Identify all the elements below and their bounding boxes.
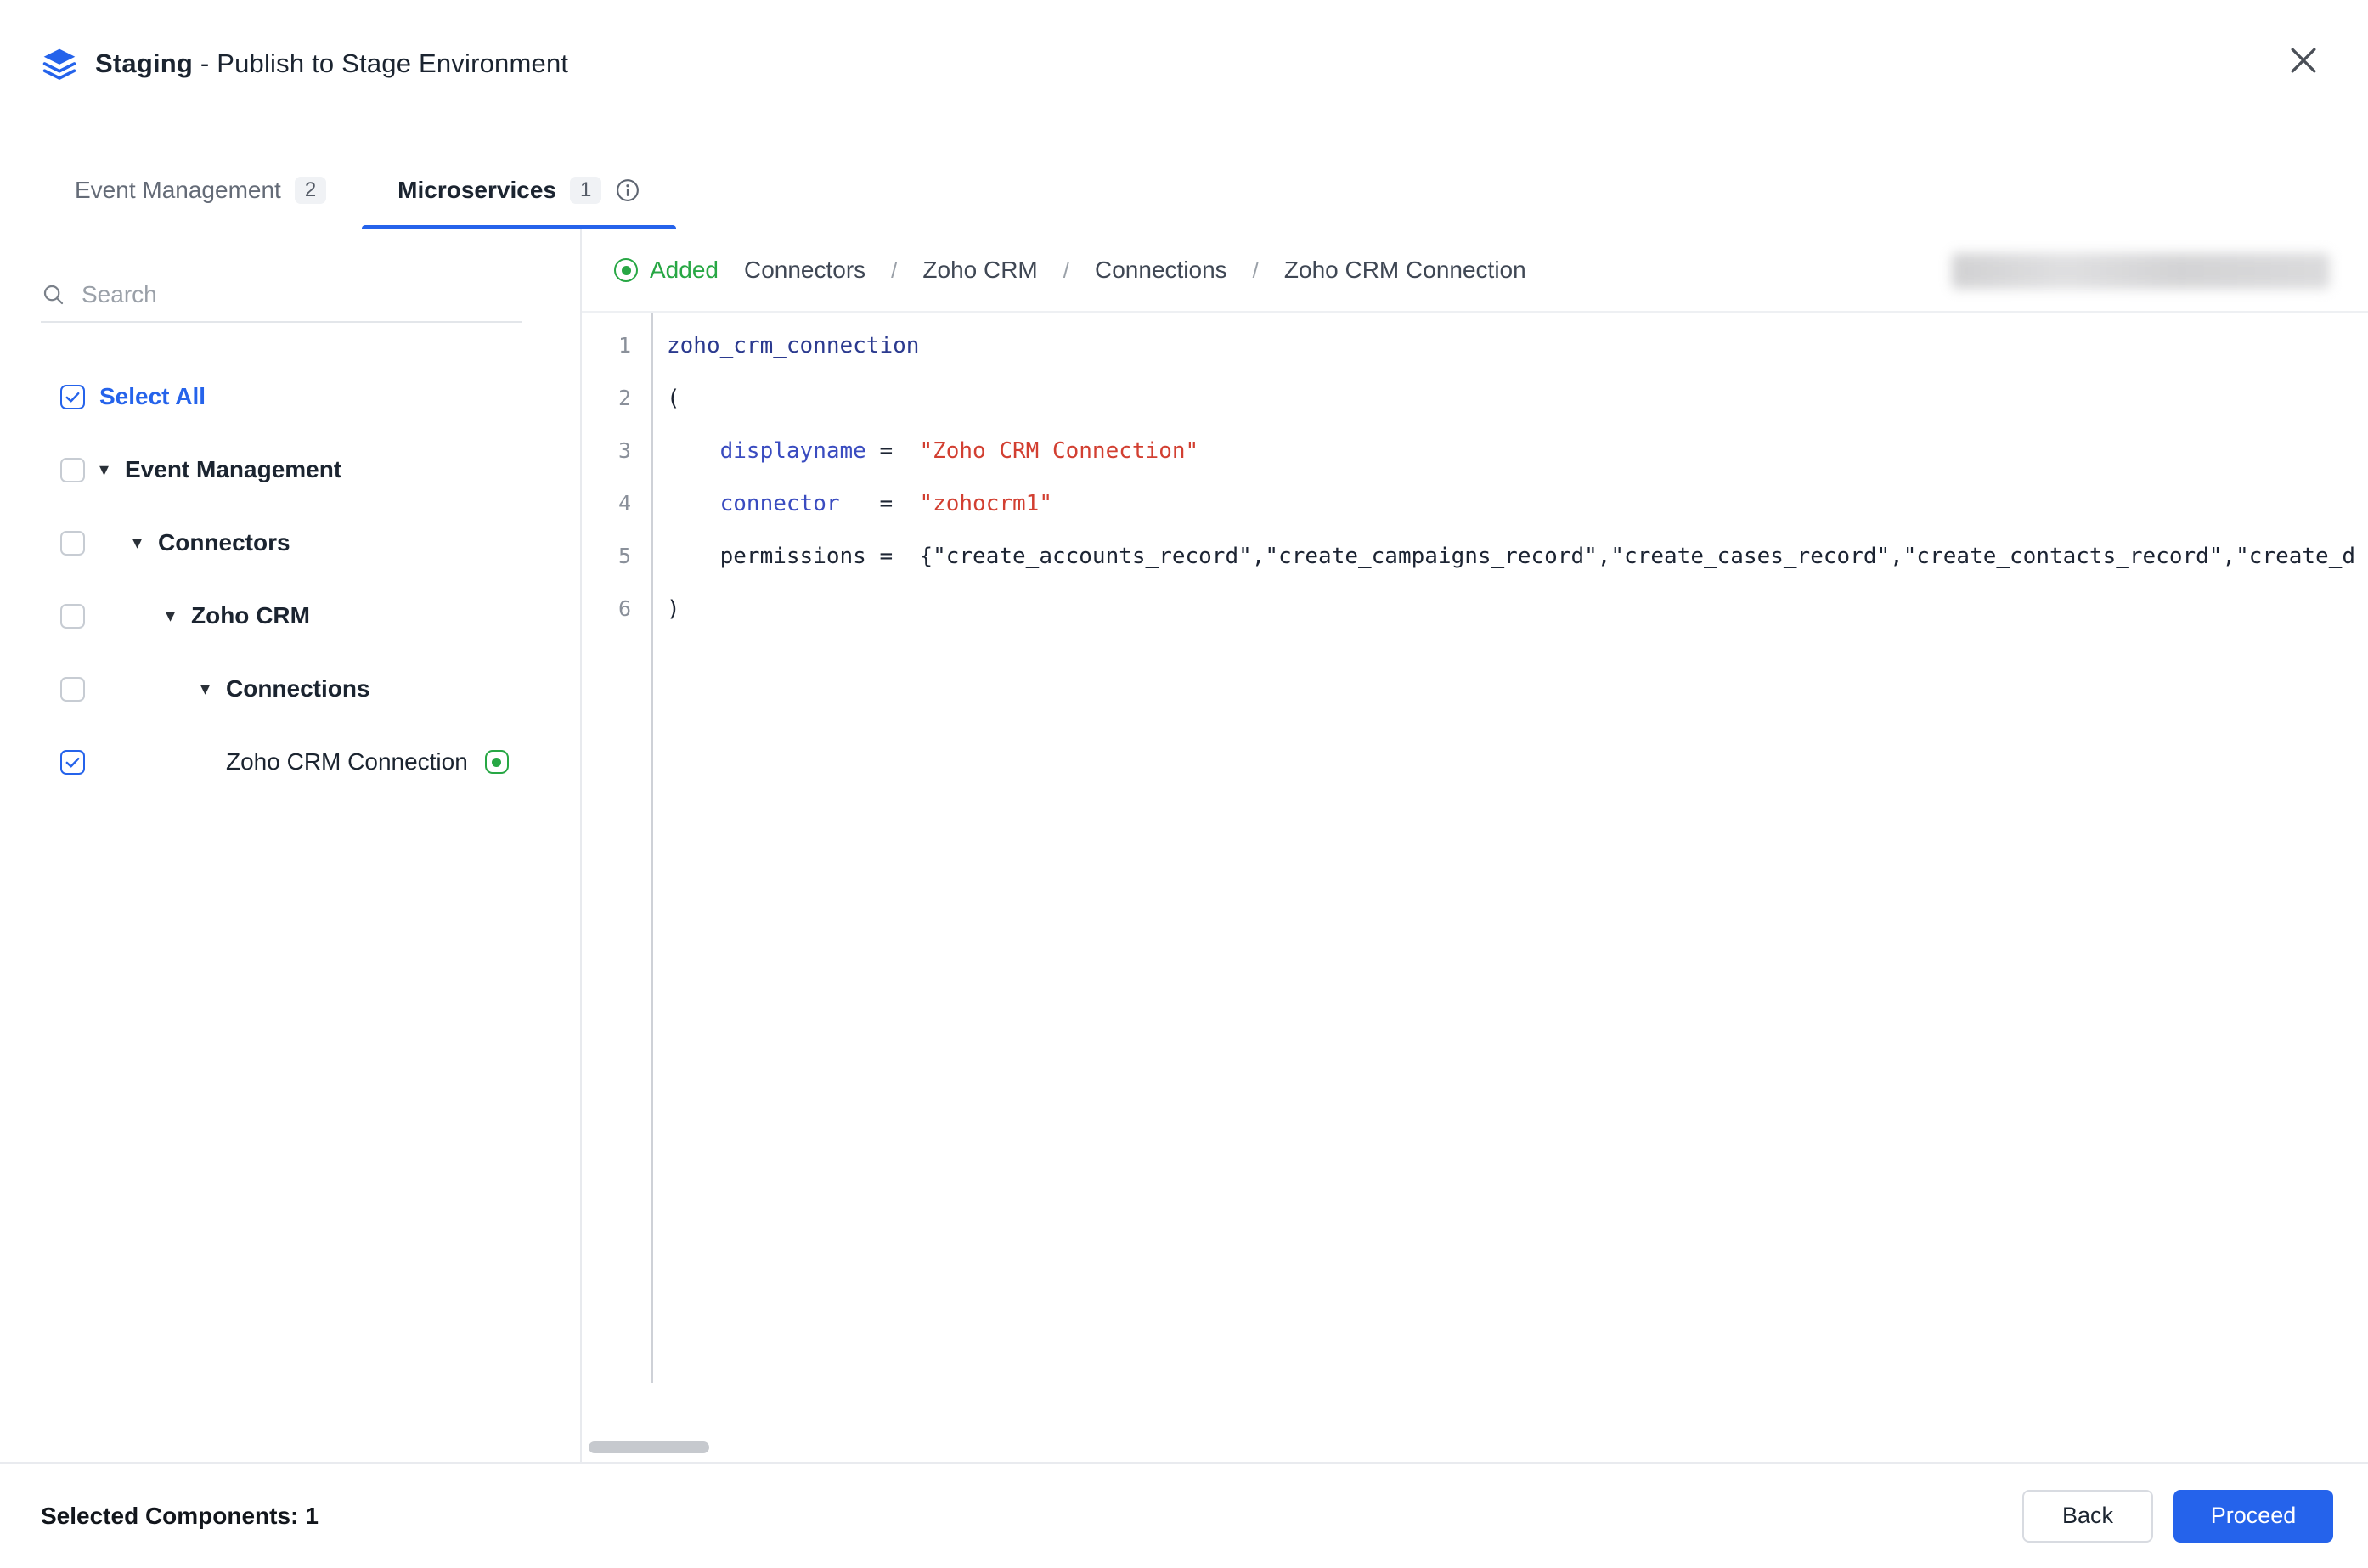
code-equals: =: [839, 491, 920, 516]
line-number-gutter: 1 2 3 4 5 6: [582, 313, 653, 1383]
chevron-down-icon[interactable]: ▾: [99, 460, 125, 479]
tree-checkbox-event-management[interactable]: [60, 457, 85, 482]
selected-components-label: Selected Components:: [41, 1502, 299, 1529]
dialog-footer: Selected Components: 1 Back Proceed: [0, 1462, 2368, 1568]
code-close-paren: ): [667, 596, 680, 622]
breadcrumb-item-zoho-crm[interactable]: Zoho CRM: [922, 257, 1037, 284]
page-title-rest: - Publish to Stage Environment: [193, 48, 569, 78]
proceed-button[interactable]: Proceed: [2173, 1489, 2333, 1543]
tree-checkbox-connections[interactable]: [60, 676, 85, 702]
component-tree-panel: Select All ▾ Event Management ▾ Connecto…: [0, 229, 582, 1462]
breadcrumb-separator: /: [1252, 257, 1259, 283]
change-status: Added: [614, 257, 719, 284]
layers-icon: [42, 48, 76, 80]
chevron-down-icon[interactable]: ▾: [200, 680, 226, 698]
page-title: Staging - Publish to Stage Environment: [95, 48, 568, 79]
tree-item-zoho-crm-connection[interactable]: Zoho CRM Connection: [0, 725, 580, 798]
code-content: zoho_crm_connection ( displayname = "Zoh…: [653, 313, 2368, 1462]
code-equals: =: [865, 544, 920, 569]
code-resource-name: zoho_crm_connection: [667, 333, 920, 358]
footer-actions: Back Proceed: [2022, 1489, 2333, 1543]
line-number: 1: [617, 333, 631, 358]
tab-event-management-label: Event Management: [75, 177, 281, 203]
selected-components-summary: Selected Components: 1: [41, 1503, 319, 1530]
diff-preview-panel: Added Connectors / Zoho CRM / Connection…: [582, 229, 2368, 1462]
tab-microservices[interactable]: Microservices 1: [362, 177, 677, 229]
breadcrumb-separator: /: [1063, 257, 1069, 283]
tree-item-connections[interactable]: ▾ Connections: [0, 652, 580, 725]
status-label: Added: [650, 257, 719, 283]
breadcrumb-item-connections[interactable]: Connections: [1095, 257, 1227, 284]
tree-item-connectors[interactable]: ▾ Connectors: [0, 506, 580, 579]
tree-item-label: Zoho CRM: [191, 602, 310, 629]
code-open-paren: (: [667, 386, 680, 411]
code-editor[interactable]: 1 2 3 4 5 6 zoho_crm_connection ( displa…: [582, 313, 2368, 1462]
tab-event-management-count: 2: [294, 177, 327, 204]
breadcrumb-item-connectors[interactable]: Connectors: [744, 257, 865, 284]
select-all-row[interactable]: Select All: [0, 360, 580, 433]
chevron-down-icon[interactable]: ▾: [132, 533, 158, 552]
tree-checkbox-connectors[interactable]: [60, 530, 85, 556]
tree-item-label: Connections: [226, 675, 370, 702]
line-number: 6: [617, 596, 631, 621]
chevron-down-icon[interactable]: ▾: [166, 606, 191, 625]
search-icon: [43, 285, 64, 305]
select-all-checkbox[interactable]: [60, 384, 85, 409]
code-equals: =: [865, 438, 920, 464]
close-button[interactable]: [2283, 41, 2324, 82]
breadcrumb-item-zoho-crm-connection[interactable]: Zoho CRM Connection: [1284, 257, 1526, 284]
horizontal-scrollbar-thumb[interactable]: [589, 1441, 709, 1453]
page-title-env: Staging: [95, 48, 194, 78]
close-icon: [2291, 48, 2316, 72]
dialog-body: Select All ▾ Event Management ▾ Connecto…: [0, 229, 2368, 1462]
breadcrumb-separator: /: [891, 257, 898, 283]
tab-microservices-count: 1: [569, 177, 602, 204]
tree-item-event-management[interactable]: ▾ Event Management: [0, 433, 580, 506]
breadcrumb: Added Connectors / Zoho CRM / Connection…: [582, 229, 2368, 313]
tree-item-label: Zoho CRM Connection: [226, 748, 468, 775]
selected-components-count: 1: [305, 1502, 319, 1529]
line-number: 2: [617, 386, 631, 410]
info-icon[interactable]: [615, 178, 640, 203]
tab-microservices-label: Microservices: [397, 177, 556, 203]
code-value-connector: "zohocrm1": [919, 491, 1052, 516]
tab-event-management[interactable]: Event Management 2: [39, 177, 362, 229]
search-input[interactable]: [80, 280, 522, 309]
code-key-permissions: permissions: [719, 544, 866, 569]
tree-item-label: Event Management: [125, 456, 342, 482]
added-dot-icon: [614, 258, 638, 282]
dialog-header: Staging - Publish to Stage Environment: [0, 0, 2368, 127]
tree-checkbox-zoho-crm[interactable]: [60, 603, 85, 629]
line-number: 3: [617, 438, 631, 463]
added-status-icon: [484, 750, 509, 774]
tree-checkbox-zoho-crm-connection[interactable]: [60, 749, 85, 775]
tab-bar: Event Management 2 Microservices 1: [0, 127, 2368, 229]
component-tree: Select All ▾ Event Management ▾ Connecto…: [0, 360, 580, 798]
redacted-region: [1952, 253, 2330, 289]
line-number: 5: [617, 544, 631, 568]
code-key-connector: connector: [719, 491, 840, 516]
tree-item-label: Connectors: [158, 529, 290, 556]
line-number: 4: [617, 491, 631, 516]
code-value-permissions: {"create_accounts_record","create_campai…: [919, 544, 2355, 569]
code-value-displayname: "Zoho CRM Connection": [919, 438, 1199, 464]
select-all-label: Select All: [99, 383, 206, 409]
search-field: [41, 268, 522, 323]
code-key-displayname: displayname: [719, 438, 866, 464]
back-button[interactable]: Back: [2022, 1489, 2153, 1543]
tree-item-zoho-crm[interactable]: ▾ Zoho CRM: [0, 579, 580, 652]
